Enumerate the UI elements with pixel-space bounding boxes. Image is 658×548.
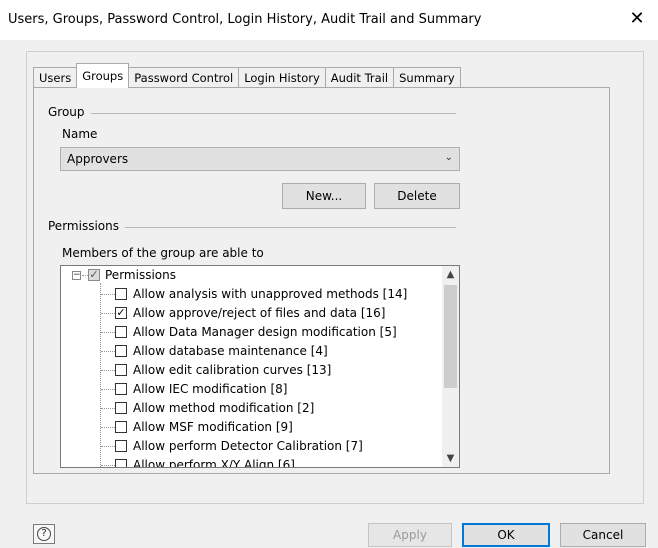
delete-group-button[interactable]: Delete xyxy=(374,183,460,209)
permission-label: Allow database maintenance [4] xyxy=(133,344,328,358)
tree-line xyxy=(101,332,115,333)
close-icon[interactable]: ✕ xyxy=(626,8,648,30)
permission-checkbox[interactable] xyxy=(115,288,127,300)
permission-checkbox[interactable] xyxy=(115,364,127,376)
title-bar: Users, Groups, Password Control, Login H… xyxy=(0,0,658,40)
tree-line xyxy=(101,370,115,371)
tab-password-control[interactable]: Password Control xyxy=(128,67,240,88)
permission-label: Allow approve/reject of files and data [… xyxy=(133,306,386,320)
permission-checkbox[interactable] xyxy=(115,440,127,452)
permission-checkbox[interactable] xyxy=(115,402,127,414)
tab-strip: Users Groups Password Control Login Hist… xyxy=(33,63,461,88)
permission-checkbox[interactable] xyxy=(115,345,127,357)
permissions-tree[interactable]: − ✓ Permissions Allow analysis with unap… xyxy=(60,265,460,468)
members-label: Members of the group are able to xyxy=(62,246,264,260)
ok-button[interactable]: OK xyxy=(462,523,550,547)
tab-summary[interactable]: Summary xyxy=(393,67,461,88)
permission-label: Allow edit calibration curves [13] xyxy=(133,363,332,377)
apply-button[interactable]: Apply xyxy=(368,523,452,547)
scroll-up-icon[interactable]: ▲ xyxy=(442,266,459,283)
tree-line xyxy=(101,313,115,314)
permission-label: Allow Data Manager design modification [… xyxy=(133,325,397,339)
new-group-button[interactable]: New... xyxy=(282,183,366,209)
tree-line xyxy=(101,427,115,428)
cancel-button[interactable]: Cancel xyxy=(560,523,646,547)
tree-line xyxy=(100,283,101,467)
tree-line xyxy=(101,389,115,390)
tree-line xyxy=(101,351,115,352)
root-label: Permissions xyxy=(105,268,176,282)
tree-line xyxy=(101,465,115,466)
group-legend: Group xyxy=(48,105,91,119)
chevron-down-icon: ⌄ xyxy=(444,152,453,163)
permission-label: Allow perform X/Y Align [6] xyxy=(133,458,295,468)
tab-audit-trail[interactable]: Audit Trail xyxy=(324,67,395,88)
root-checkbox[interactable]: ✓ xyxy=(88,269,100,281)
permission-checkbox[interactable] xyxy=(115,459,127,467)
permission-label: Allow perform Detector Calibration [7] xyxy=(133,439,363,453)
permissions-legend: Permissions xyxy=(48,219,125,233)
collapse-icon[interactable]: − xyxy=(72,271,81,280)
permission-label: Allow IEC modification [8] xyxy=(133,382,288,396)
permission-checkbox[interactable] xyxy=(115,383,127,395)
tree-line xyxy=(101,294,115,295)
tab-users[interactable]: Users xyxy=(33,67,78,88)
permission-checkbox[interactable] xyxy=(115,421,127,433)
scrollbar-thumb[interactable] xyxy=(444,285,457,388)
help-icon: ? xyxy=(37,527,51,541)
permission-checkbox[interactable] xyxy=(115,326,127,338)
permission-checkbox[interactable]: ✓ xyxy=(115,307,127,319)
scroll-down-icon[interactable]: ▼ xyxy=(442,450,459,467)
permission-label: Allow MSF modification [9] xyxy=(133,420,293,434)
permission-label: Allow method modification [2] xyxy=(133,401,315,415)
tree-line xyxy=(101,408,115,409)
group-separator xyxy=(48,113,456,114)
tab-login-history[interactable]: Login History xyxy=(238,67,326,88)
tree-line xyxy=(101,446,115,447)
name-label: Name xyxy=(62,127,98,141)
vertical-scrollbar[interactable]: ▲ ▼ xyxy=(442,266,459,467)
tab-groups[interactable]: Groups xyxy=(76,63,130,88)
help-button[interactable]: ? xyxy=(33,524,55,544)
group-name-select[interactable]: Approvers ⌄ xyxy=(60,147,460,171)
window-title: Users, Groups, Password Control, Login H… xyxy=(8,12,482,27)
permission-label: Allow analysis with unapproved methods [… xyxy=(133,287,408,301)
group-name-value: Approvers xyxy=(67,152,129,166)
